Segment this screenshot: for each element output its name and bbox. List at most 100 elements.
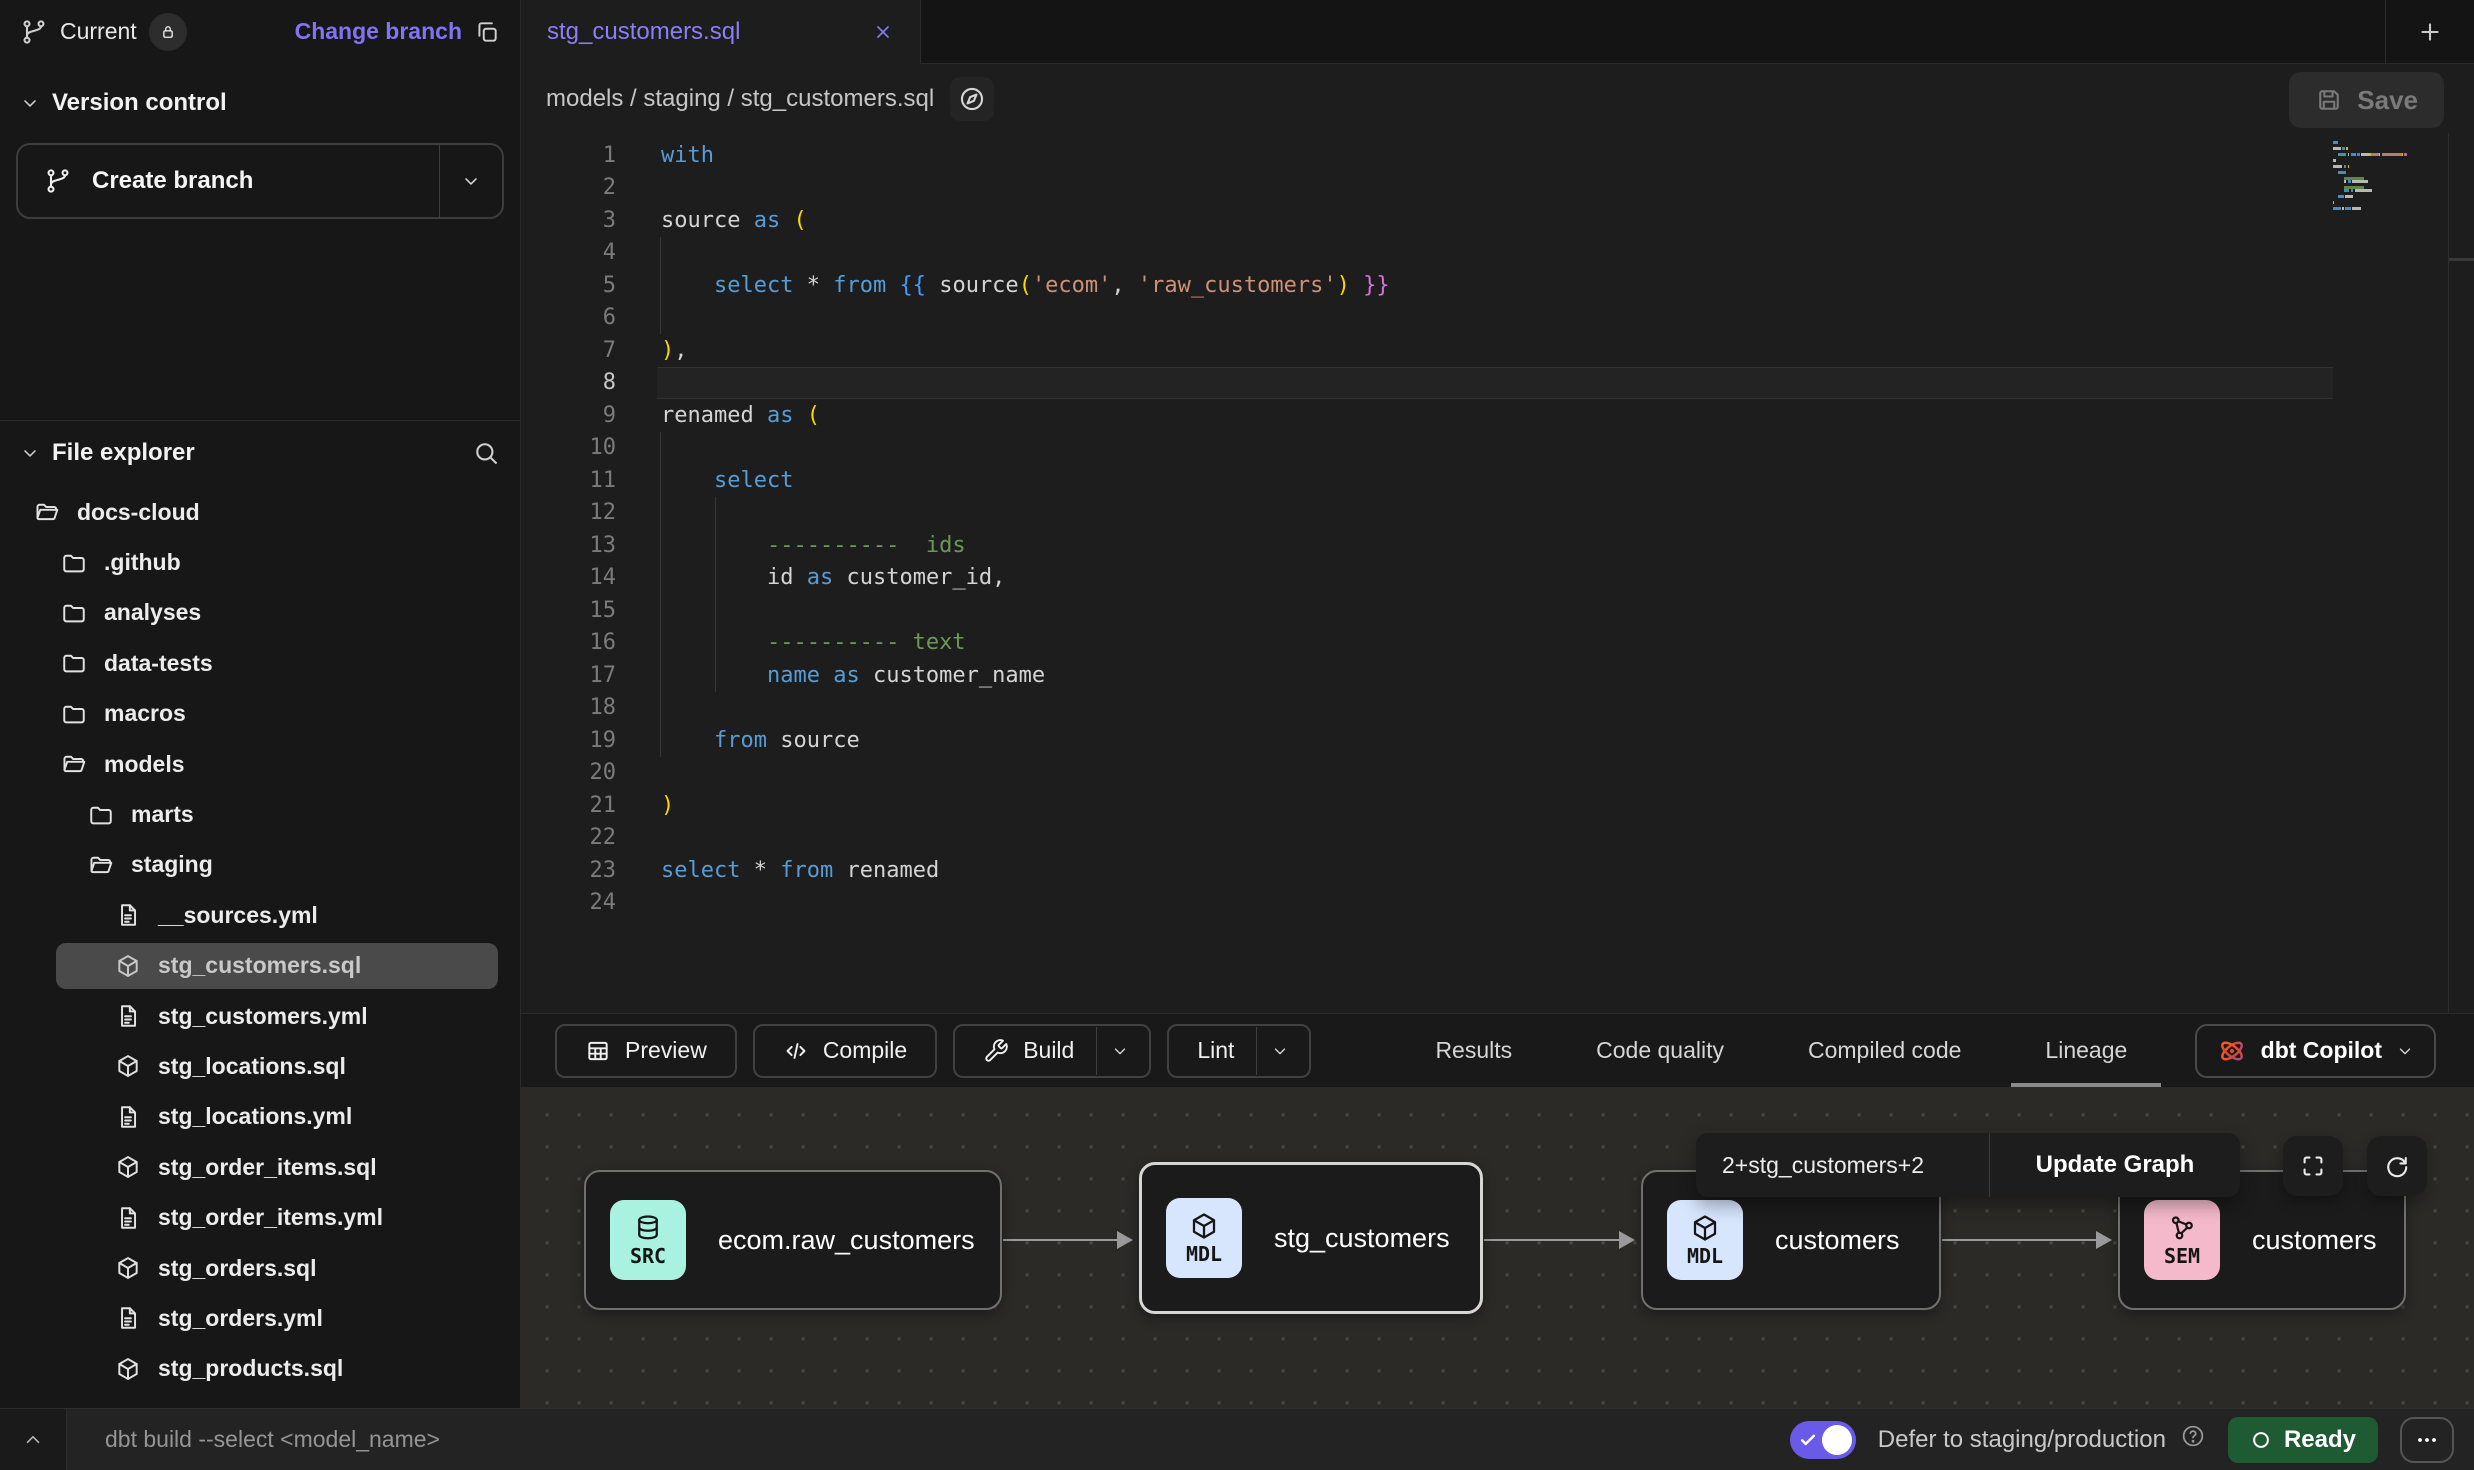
search-icon[interactable] [472,439,500,467]
lint-dropdown-button[interactable] [1257,1027,1303,1075]
code-line[interactable]: 16 ---------- text [521,627,2474,660]
file-name: stg_products.sql [158,1355,343,1382]
file-tree-item[interactable]: stg_orders.yml [0,1293,520,1343]
file-tree-item[interactable]: stg_order_items.sql [0,1142,520,1192]
dbt-copilot-button[interactable]: dbt Copilot [2195,1024,2436,1078]
code-line[interactable]: 19 from source [521,724,2474,757]
lineage-panel[interactable]: SRCecom.raw_customersMDLstg_customersMDL… [521,1087,2474,1408]
file-tree-item[interactable]: .github [0,537,520,587]
code-line[interactable]: 18 [521,692,2474,725]
tab-stg-customers-sql[interactable]: stg_customers.sql [521,0,921,64]
lineage-node-src-ecom.raw_customers[interactable]: SRCecom.raw_customers [584,1170,1002,1310]
new-tab-button[interactable] [2385,0,2474,63]
code-line[interactable]: 22 [521,822,2474,855]
refresh-button[interactable] [2367,1136,2427,1196]
file-tree-item[interactable]: staging [0,840,520,890]
help-icon[interactable] [2180,1423,2206,1449]
build-button[interactable]: Build [961,1027,1096,1075]
copilot-compass-button[interactable] [950,77,994,121]
file-tree-item[interactable]: stg_locations.yml [0,1092,520,1142]
cube-icon [1189,1211,1219,1241]
node-label: ecom.raw_customers [718,1225,975,1256]
file-explorer-header[interactable]: File explorer [0,421,520,475]
folder-icon [61,650,87,676]
tab-compiled-code[interactable]: Compiled code [1766,1014,2003,1087]
file-tree-item[interactable]: stg_order_items.yml [0,1192,520,1242]
code-line[interactable]: 14 id as customer_id, [521,562,2474,595]
code-line[interactable]: 6 [521,302,2474,335]
code-line[interactable]: 12 [521,497,2474,530]
editor-scrollbar-thumb[interactable] [2449,258,2474,261]
code-line[interactable]: 15 [521,594,2474,627]
cube-icon [1690,1213,1720,1243]
code-line[interactable]: 3source as ( [521,204,2474,237]
tab-lineage[interactable]: Lineage [2003,1014,2169,1087]
collapse-command-bar-button[interactable] [0,1409,67,1470]
code-line[interactable]: 20 [521,757,2474,790]
create-branch-dropdown-button[interactable] [440,145,502,217]
minimap[interactable] [2333,141,2413,213]
file-tree-item[interactable]: __sources.yml [0,890,520,940]
file-name: stg_order_items.yml [158,1204,383,1231]
code-text: id as customer_id, [661,565,1005,590]
code-line[interactable]: 10 [521,432,2474,465]
create-branch-button[interactable]: Create branch [18,145,439,217]
defer-toggle[interactable] [1790,1421,1856,1459]
version-control-header[interactable]: Version control [20,89,504,117]
file-tree-item[interactable]: stg_orders.sql [0,1243,520,1293]
change-branch-link[interactable]: Change branch [295,18,462,45]
code-line[interactable]: 24 [521,887,2474,920]
code-line[interactable]: 23select * from renamed [521,854,2474,887]
code-line[interactable]: 7), [521,334,2474,367]
tab-results[interactable]: Results [1393,1014,1554,1087]
ready-status-badge[interactable]: Ready [2228,1417,2378,1463]
code-editor[interactable]: 1with23source as (45 select * from {{ so… [521,133,2474,1013]
update-graph-button[interactable]: Update Graph [1990,1133,2240,1197]
code-line[interactable]: 5 select * from {{ source('ecom', 'raw_c… [521,269,2474,302]
file-tree-item[interactable]: marts [0,789,520,839]
lineage-node-mdl-stg_customers[interactable]: MDLstg_customers [1139,1162,1483,1314]
lint-button[interactable]: Lint [1175,1027,1256,1075]
lineage-selector-input[interactable]: 2+stg_customers+2 [1696,1133,1989,1197]
line-number: 24 [521,890,616,915]
file-tree-item[interactable]: models [0,739,520,789]
compass-icon [958,85,986,113]
close-icon[interactable] [872,21,894,43]
fullscreen-button[interactable] [2283,1136,2343,1196]
code-line[interactable]: 2 [521,172,2474,205]
file-tree-item[interactable]: stg_locations.sql [0,1041,520,1091]
code-line[interactable]: 8 [521,367,2474,400]
check-icon [1798,1430,1818,1450]
line-number: 5 [521,273,616,298]
file-tree-item[interactable]: docs-cloud [0,487,520,537]
cube-icon [115,1154,141,1180]
cube-icon [115,1053,141,1079]
code-line[interactable]: 4 [521,237,2474,270]
line-number: 15 [521,598,616,623]
code-line[interactable]: 21) [521,789,2474,822]
status-bar: dbt build --select <model_name> Defer to… [0,1408,2474,1470]
code-line[interactable]: 11 select [521,464,2474,497]
command-input[interactable]: dbt build --select <model_name> [67,1426,1790,1453]
compile-button[interactable]: Compile [753,1024,937,1078]
folder-icon [88,802,114,828]
preview-button[interactable]: Preview [555,1024,737,1078]
file-name: stg_customers.sql [158,952,361,979]
file-tree-item[interactable]: analyses [0,588,520,638]
code-line[interactable]: 17 name as customer_name [521,659,2474,692]
code-line[interactable]: 9renamed as ( [521,399,2474,432]
more-options-button[interactable] [2400,1417,2454,1463]
breadcrumb: models / staging / stg_customers.sql [546,85,934,113]
file-tree-item[interactable]: macros [0,689,520,739]
tab-code-quality[interactable]: Code quality [1554,1014,1766,1087]
file-tree-item[interactable]: stg_products.sql [0,1344,520,1394]
copy-icon[interactable] [474,19,500,45]
code-line[interactable]: 13 ---------- ids [521,529,2474,562]
file-icon [115,1205,141,1231]
file-tree-item[interactable]: data-tests [0,638,520,688]
save-button[interactable]: Save [2289,72,2444,128]
build-dropdown-button[interactable] [1097,1027,1143,1075]
code-line[interactable]: 1with [521,139,2474,172]
file-tree-item[interactable]: stg_customers.yml [0,991,520,1041]
file-tree-item[interactable]: stg_customers.sql [0,941,520,991]
